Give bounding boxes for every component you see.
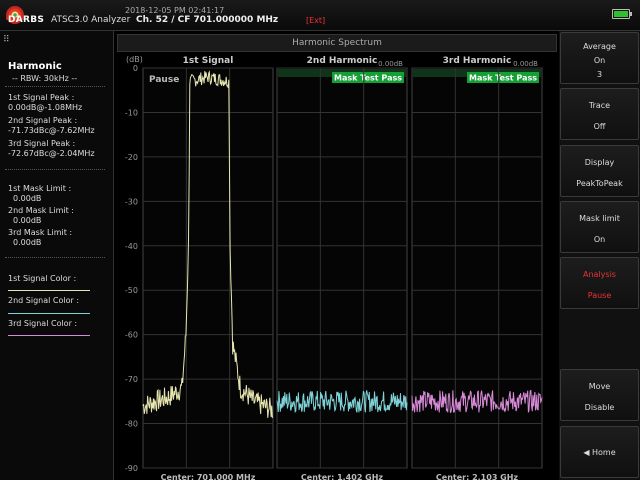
divider xyxy=(5,257,105,258)
display-button[interactable]: Display PeakToPeak xyxy=(560,145,639,197)
panel-title: 2nd Harmonic xyxy=(307,56,378,66)
mask-limit-value-3: 0.00dB xyxy=(13,238,42,247)
y-tick-label: -70 xyxy=(125,375,138,384)
harmonic-spectrum-chart[interactable]: (dB)0 -10 -20 -30 -40 -50 -60 -70 -80 -90 Pause 1st… xyxy=(116,50,556,480)
analysis-button[interactable]: Analysis Pause xyxy=(560,257,639,309)
signal-color-swatch-2[interactable] xyxy=(8,313,90,314)
y-tick-label: -60 xyxy=(125,331,138,340)
mask-limit-label-3: 3rd Mask Limit : xyxy=(8,228,73,237)
peak-value-1: 0.00dB@-1.08MHz xyxy=(8,103,83,112)
brand-name: DARBS xyxy=(8,15,45,25)
panel-title: Harmonic xyxy=(8,61,62,72)
signal-color-label-3: 3rd Signal Color : xyxy=(8,319,78,328)
signal-color-swatch-3[interactable] xyxy=(8,335,90,336)
ext-indicator: [Ext] xyxy=(306,16,326,25)
move-state: Disable xyxy=(584,403,615,412)
app-title: ATSC3.0 Analyzer xyxy=(51,15,131,25)
plot-frame xyxy=(142,67,274,469)
divider xyxy=(5,86,105,87)
drag-handle-icon[interactable]: ⠿ xyxy=(3,35,10,45)
channel-info: Ch. 52 / CF 701.000000 MHz xyxy=(136,15,279,25)
average-label: Average xyxy=(583,42,616,51)
panel-title: 1st Signal xyxy=(183,56,234,66)
mask-test-label: Mask Test Pass xyxy=(469,74,537,83)
average-state: On xyxy=(593,56,606,65)
mask-limit-value-2: 0.00dB xyxy=(13,216,42,225)
y-tick-label: -20 xyxy=(125,153,138,162)
divider xyxy=(5,169,105,170)
panel-title: 3rd Harmonic xyxy=(443,56,512,66)
peak-value-3: -72.67dBc@-2.04MHz xyxy=(8,149,95,158)
center-frequency-label: Center: 1.402 GHz xyxy=(301,473,384,480)
y-tick-label: -90 xyxy=(125,464,138,473)
center-frequency-label: Center: 2.103 GHz xyxy=(436,473,519,480)
pause-label: Pause xyxy=(149,75,179,85)
y-tick-label: -30 xyxy=(125,197,138,206)
average-button[interactable]: Average On 3 xyxy=(560,32,639,84)
mask-limit-state: On xyxy=(593,235,606,244)
signal-color-label-2: 2nd Signal Color : xyxy=(8,296,80,305)
y-tick-label: -80 xyxy=(125,420,138,429)
y-tick-label: -40 xyxy=(125,242,138,251)
mask-level-label: 0.00dB xyxy=(513,60,538,68)
move-button[interactable]: Move Disable xyxy=(560,369,639,421)
trace-label: Trace xyxy=(588,101,611,110)
top-bar: DARBS 2018-12-05 PM 02:41:17 ATSC3.0 Ana… xyxy=(0,0,640,31)
peak-label-2: 2nd Signal Peak : xyxy=(8,116,78,125)
mask-limit-value-1: 0.00dB xyxy=(13,194,42,203)
analysis-state: Pause xyxy=(587,291,612,300)
display-label: Display xyxy=(584,158,615,167)
mask-limit-button[interactable]: Mask limit On xyxy=(560,201,639,253)
move-label: Move xyxy=(588,382,611,391)
average-count: 3 xyxy=(596,70,603,79)
mask-test-label: Mask Test Pass xyxy=(334,74,402,83)
signal-color-swatch-1[interactable] xyxy=(8,290,90,291)
center-frequency-label: Center: 701.000 MHz xyxy=(161,473,256,480)
home-label: ◀ Home xyxy=(583,448,616,457)
mask-limit-label: Mask limit xyxy=(579,214,620,223)
display-mode: PeakToPeak xyxy=(576,179,623,188)
trace-button[interactable]: Trace Off xyxy=(560,88,639,140)
peak-value-2: -71.73dBc@-7.62MHz xyxy=(8,126,95,135)
analysis-label: Analysis xyxy=(583,270,616,279)
peak-label-3: 3rd Signal Peak : xyxy=(8,139,76,148)
left-info-panel: ⠿ Harmonic -- RBW: 30kHz -- 1st Signal P… xyxy=(0,31,114,480)
mask-limit-label-2: 2nd Mask Limit : xyxy=(8,206,74,215)
signal-color-label-1: 1st Signal Color : xyxy=(8,274,77,283)
y-tick-label: -50 xyxy=(125,286,138,295)
rbw-label: -- RBW: 30kHz -- xyxy=(12,74,78,83)
softkey-panel: Average On 3 Trace Off Display PeakToPea… xyxy=(559,31,640,480)
y-tick-label: 0 xyxy=(133,64,138,73)
trace-state: Off xyxy=(593,122,606,131)
mask-level-label: 0.00dB xyxy=(378,60,403,68)
peak-label-1: 1st Signal Peak : xyxy=(8,93,75,102)
home-button[interactable]: ◀ Home xyxy=(560,426,639,478)
datetime: 2018-12-05 PM 02:41:17 xyxy=(125,6,225,15)
spectrum-area: Harmonic Spectrum (dB) 0 -10 -20 -30 -40 -50 -6… xyxy=(116,32,557,480)
y-unit-label: (dB) xyxy=(126,55,143,64)
mask-limit-label-1: 1st Mask Limit : xyxy=(8,184,72,193)
y-tick-label: -10 xyxy=(125,108,138,117)
battery-icon xyxy=(612,9,632,19)
